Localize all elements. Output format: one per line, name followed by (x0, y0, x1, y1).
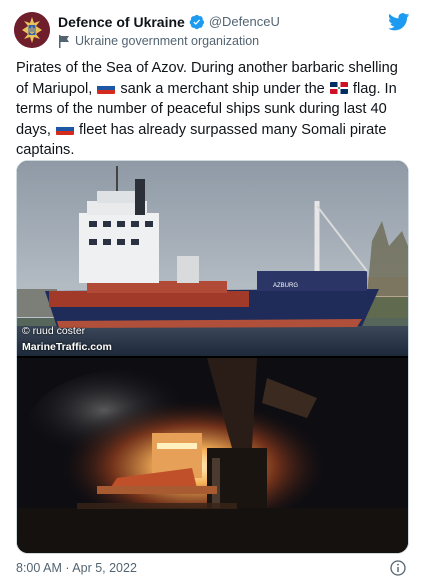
tweet-text-part2: sank a merchant ship under the (116, 80, 329, 97)
dominican-republic-flag-icon (329, 81, 348, 94)
tweet-text: Pirates of the Sea of Azov. During anoth… (16, 58, 412, 161)
tweet-timestamp[interactable]: 8:00 AM · Apr 5, 2022 (16, 561, 137, 575)
org-label: Ukraine government organization (75, 34, 260, 48)
user-handle[interactable]: @DefenceU (209, 14, 280, 29)
russia-flag-icon (97, 81, 116, 94)
tweet-card: Defence of Ukraine @DefenceU Ukraine gov… (0, 0, 426, 587)
ukraine-defence-emblem-icon (14, 12, 50, 48)
watermark-site: MarineTraffic.com (22, 341, 112, 353)
ship-name-label: AZBURG (273, 283, 298, 289)
government-flag-icon (59, 34, 69, 48)
info-circle-icon[interactable] (390, 560, 406, 576)
org-affiliation: Ukraine government organization (58, 32, 280, 50)
watermark-credit: © ruud coster (22, 325, 86, 337)
twitter-bird-icon[interactable] (388, 13, 410, 31)
tweet-header: Defence of Ukraine @DefenceU Ukraine gov… (58, 12, 280, 50)
name-row: Defence of Ukraine @DefenceU (58, 12, 280, 31)
russia-flag-icon (55, 122, 74, 135)
verified-badge-icon (189, 14, 204, 29)
display-name[interactable]: Defence of Ukraine (58, 14, 185, 30)
media-grid: AZBURG © ruud coster MarineTraffic.com (16, 160, 409, 554)
avatar[interactable] (14, 12, 50, 48)
burning-ship-night-photo[interactable] (17, 358, 409, 554)
